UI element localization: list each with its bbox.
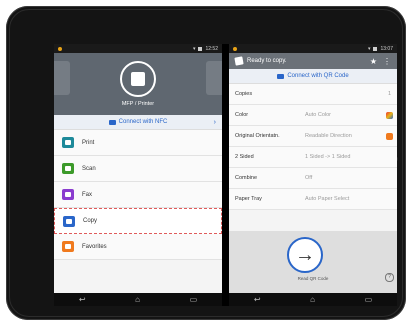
setting-copies[interactable]: Copies 1 xyxy=(229,84,397,105)
copies-value[interactable]: 1 xyxy=(305,91,393,97)
menu-item-label: Print xyxy=(82,139,95,146)
prev-device-card[interactable] xyxy=(54,61,70,95)
menu-item-label: Favorites xyxy=(82,243,107,250)
menu-item-favorites[interactable]: Favorites xyxy=(54,234,222,260)
start-copy-button[interactable]: → xyxy=(287,237,323,273)
left-screen: ▾ 12:52 MFP / Printer Connect with NFC ›… xyxy=(54,44,222,306)
menu-item-fax[interactable]: Fax xyxy=(54,182,222,208)
read-qr-label: Read QR Code xyxy=(297,276,329,281)
battery-icon xyxy=(373,46,378,51)
scan-icon xyxy=(62,163,74,174)
next-device-card[interactable] xyxy=(206,61,222,95)
setting-label: Paper Tray xyxy=(235,196,262,202)
header-title: Ready to copy. xyxy=(247,58,287,64)
color-mode-icon xyxy=(386,111,393,119)
nfc-icon xyxy=(108,119,116,125)
status-bar: ▾ 13:07 xyxy=(229,44,397,53)
android-nav-bar: ↩ ⌂ ▭ xyxy=(54,293,222,306)
recents-icon[interactable]: ▭ xyxy=(190,295,198,304)
menu-item-print[interactable]: Print xyxy=(54,130,222,156)
overflow-menu-icon[interactable]: ⋮ xyxy=(383,57,391,66)
setting-label: Color xyxy=(235,112,249,118)
menu-item-scan[interactable]: Scan xyxy=(54,156,222,182)
device-selector[interactable]: MFP / Printer xyxy=(54,53,222,115)
setting-label: Combine xyxy=(235,175,258,181)
back-icon[interactable]: ↩ xyxy=(254,295,261,304)
orientation-icon xyxy=(386,132,393,140)
connect-qr-button[interactable]: Connect with QR Code xyxy=(229,69,397,84)
action-area: → Read QR Code ? xyxy=(229,231,397,293)
print-icon xyxy=(62,137,74,148)
setting-paper-tray[interactable]: Paper Tray Auto Paper Select xyxy=(229,189,397,210)
arrow-right-icon: → xyxy=(295,244,315,266)
wifi-icon: ▾ xyxy=(192,45,196,52)
setting-label: 2 Sided xyxy=(235,154,254,160)
device-label: MFP / Printer xyxy=(121,101,155,107)
setting-2-sided[interactable]: 2 Sided 1 Sided -> 1 Sided xyxy=(229,147,397,168)
chevron-right-icon: › xyxy=(213,118,216,126)
copy-icon xyxy=(63,215,75,227)
battery-icon xyxy=(198,46,203,51)
right-screen: ▾ 13:07 Ready to copy. ★ ⋮ Connect with … xyxy=(229,44,397,306)
status-time: 13:07 xyxy=(380,45,393,52)
back-icon[interactable]: ↩ xyxy=(79,295,86,304)
tablet-frame: ▾ 12:52 MFP / Printer Connect with NFC ›… xyxy=(6,6,406,320)
recents-icon[interactable]: ▭ xyxy=(365,295,373,304)
notification-icon xyxy=(58,46,62,51)
connect-nfc-button[interactable]: Connect with NFC › xyxy=(54,115,222,130)
status-time: 12:52 xyxy=(205,45,218,52)
home-icon[interactable]: ⌂ xyxy=(135,295,140,304)
menu-item-label: Copy xyxy=(83,218,98,224)
setting-value: Readable Direction xyxy=(305,133,352,139)
help-icon[interactable]: ? xyxy=(385,273,394,282)
favorite-star-icon[interactable]: ★ xyxy=(370,57,377,66)
qr-icon xyxy=(277,73,285,79)
setting-color[interactable]: Color Auto Color xyxy=(229,105,397,126)
app-header: Ready to copy. ★ ⋮ xyxy=(229,53,397,69)
connect-qr-label: Connect with QR Code xyxy=(287,73,349,79)
menu-item-copy[interactable]: Copy xyxy=(54,208,222,234)
fax-icon xyxy=(62,189,74,200)
setting-label: Original Orientatn. xyxy=(235,133,280,139)
notification-icon xyxy=(233,46,237,51)
setting-value: Off xyxy=(305,175,313,181)
home-icon[interactable]: ⌂ xyxy=(310,295,315,304)
setting-orientation[interactable]: Original Orientatn. Readable Direction xyxy=(229,126,397,147)
connect-nfc-label: Connect with NFC xyxy=(118,119,168,125)
star-icon xyxy=(62,241,74,252)
setting-value: 1 Sided -> 1 Sided xyxy=(305,154,351,160)
wifi-icon: ▾ xyxy=(367,45,371,52)
status-bar: ▾ 12:52 xyxy=(54,44,222,53)
setting-value: Auto Color xyxy=(305,112,331,118)
setting-value: Auto Paper Select xyxy=(305,196,350,202)
tablet-screen: ▾ 12:52 MFP / Printer Connect with NFC ›… xyxy=(54,44,397,306)
android-nav-bar: ↩ ⌂ ▭ xyxy=(229,293,397,306)
setting-label: Copies xyxy=(235,91,253,97)
mfp-printer-icon[interactable] xyxy=(120,61,156,97)
app-logo-icon xyxy=(234,56,244,66)
menu-item-label: Scan xyxy=(82,165,96,172)
setting-combine[interactable]: Combine Off xyxy=(229,168,397,189)
menu-item-label: Fax xyxy=(82,191,93,198)
